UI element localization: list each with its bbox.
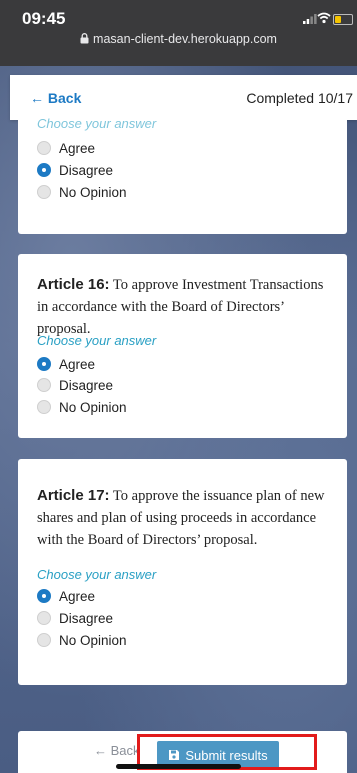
option-label: No Opinion	[59, 399, 127, 415]
article-title: Article 17:	[37, 487, 110, 504]
radio-unchecked-icon[interactable]	[37, 633, 51, 647]
choose-answer-prompt: Choose your answer	[37, 333, 157, 348]
question-card-article-16: Article 16: To approve Investment Transa…	[18, 254, 347, 438]
choose-answer-prompt: Choose your answer	[37, 116, 157, 131]
option-no-opinion[interactable]: No Opinion	[37, 631, 127, 649]
option-agree[interactable]: Agree	[37, 355, 95, 373]
home-indicator	[116, 764, 241, 769]
radio-checked-icon[interactable]	[37, 163, 51, 177]
option-disagree[interactable]: Disagree	[37, 609, 113, 627]
signal-icon	[303, 14, 317, 24]
radio-unchecked-icon[interactable]	[37, 141, 51, 155]
radio-checked-icon[interactable]	[37, 589, 51, 603]
address-bar[interactable]: masan-client-dev.herokuapp.com	[0, 32, 357, 46]
option-no-opinion[interactable]: No Opinion	[37, 398, 127, 416]
clock: 09:45	[22, 9, 66, 28]
battery-icon	[333, 14, 353, 25]
article-title: Article 16:	[37, 276, 110, 293]
url-text: masan-client-dev.herokuapp.com	[93, 32, 277, 46]
radio-unchecked-icon[interactable]	[37, 185, 51, 199]
footer-back-button[interactable]: ← Back	[94, 743, 140, 758]
header-back-link[interactable]: ← Back	[30, 90, 81, 106]
radio-unchecked-icon[interactable]	[37, 611, 51, 625]
option-disagree[interactable]: Disagree	[37, 376, 113, 394]
option-label: Agree	[59, 140, 96, 156]
app-header: ← Back Completed 10/17	[10, 75, 357, 120]
progress-status: Completed 10/17	[246, 90, 353, 106]
option-agree[interactable]: Agree	[37, 587, 95, 605]
option-label: Agree	[59, 588, 96, 604]
option-label: Disagree	[59, 377, 114, 393]
radio-unchecked-icon[interactable]	[37, 378, 51, 392]
lock-icon	[80, 33, 89, 44]
option-agree[interactable]: Agree	[37, 139, 95, 157]
radio-checked-icon[interactable]	[37, 357, 51, 371]
article-text: Article 17: To approve the issuance plan…	[37, 485, 335, 551]
radio-unchecked-icon[interactable]	[37, 400, 51, 414]
option-label: No Opinion	[59, 184, 127, 200]
option-label: Agree	[59, 356, 96, 372]
option-no-opinion[interactable]: No Opinion	[37, 183, 127, 201]
choose-answer-prompt: Choose your answer	[37, 567, 157, 582]
wifi-icon	[317, 12, 331, 24]
option-label: Disagree	[59, 610, 114, 626]
question-card-previous: Choose your answer Agree Disagree No Opi…	[18, 116, 347, 234]
article-text: Article 16: To approve Investment Transa…	[37, 274, 335, 340]
option-label: No Opinion	[59, 632, 127, 648]
option-label: Disagree	[59, 162, 114, 178]
option-disagree[interactable]: Disagree	[37, 161, 113, 179]
question-card-article-17: Article 17: To approve the issuance plan…	[18, 459, 347, 685]
status-bar: 09:45 masan-client-dev.herokuapp.com	[0, 0, 357, 66]
